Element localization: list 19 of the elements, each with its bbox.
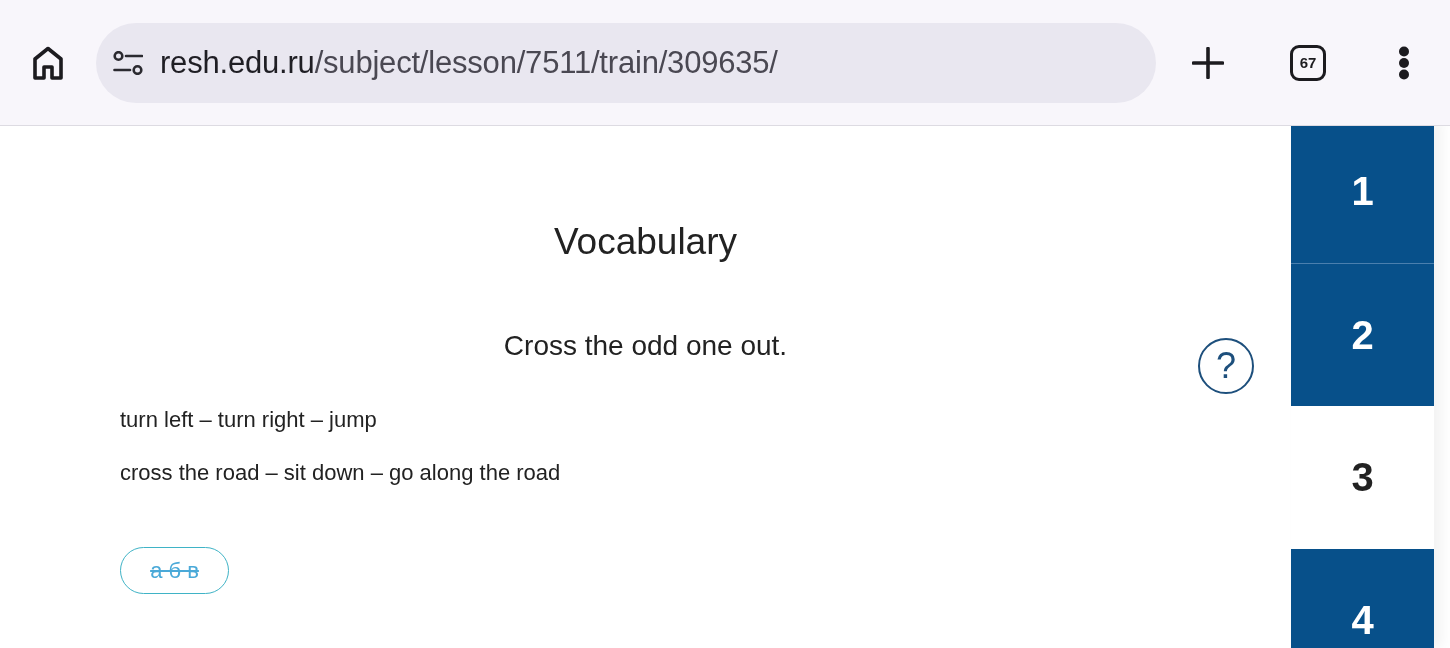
menu-icon xyxy=(1398,45,1410,80)
task-line: turn left – turn right – jump xyxy=(120,406,377,434)
address-bar[interactable]: resh.edu.ru/subject/lesson/7511/train/309635/ xyxy=(96,22,1156,103)
lesson-title: Vocabulary xyxy=(552,220,739,264)
question-tab[interactable]: 2 xyxy=(1291,263,1434,406)
task-instruction: Cross the odd one out. xyxy=(503,329,788,363)
question-tab[interactable]: 4 xyxy=(1291,549,1434,648)
url-text[interactable]: resh.edu.ru/subject/lesson/7511/train/309635/ xyxy=(160,44,778,81)
question-tab[interactable]: 1 xyxy=(1291,126,1434,263)
question-tab[interactable]: 3 xyxy=(1291,406,1434,549)
menu-button[interactable] xyxy=(1398,45,1410,80)
home-button[interactable] xyxy=(32,45,64,80)
new-tab-button[interactable] xyxy=(1192,46,1224,79)
plus-icon xyxy=(1192,46,1224,79)
home-icon xyxy=(32,45,64,80)
task-line: cross the road – sit down – go along the road xyxy=(120,459,561,487)
tab-switcher-button[interactable]: 67 xyxy=(1290,44,1326,81)
site-settings-icon[interactable] xyxy=(113,50,143,75)
help-button[interactable]: ? xyxy=(1198,338,1254,394)
